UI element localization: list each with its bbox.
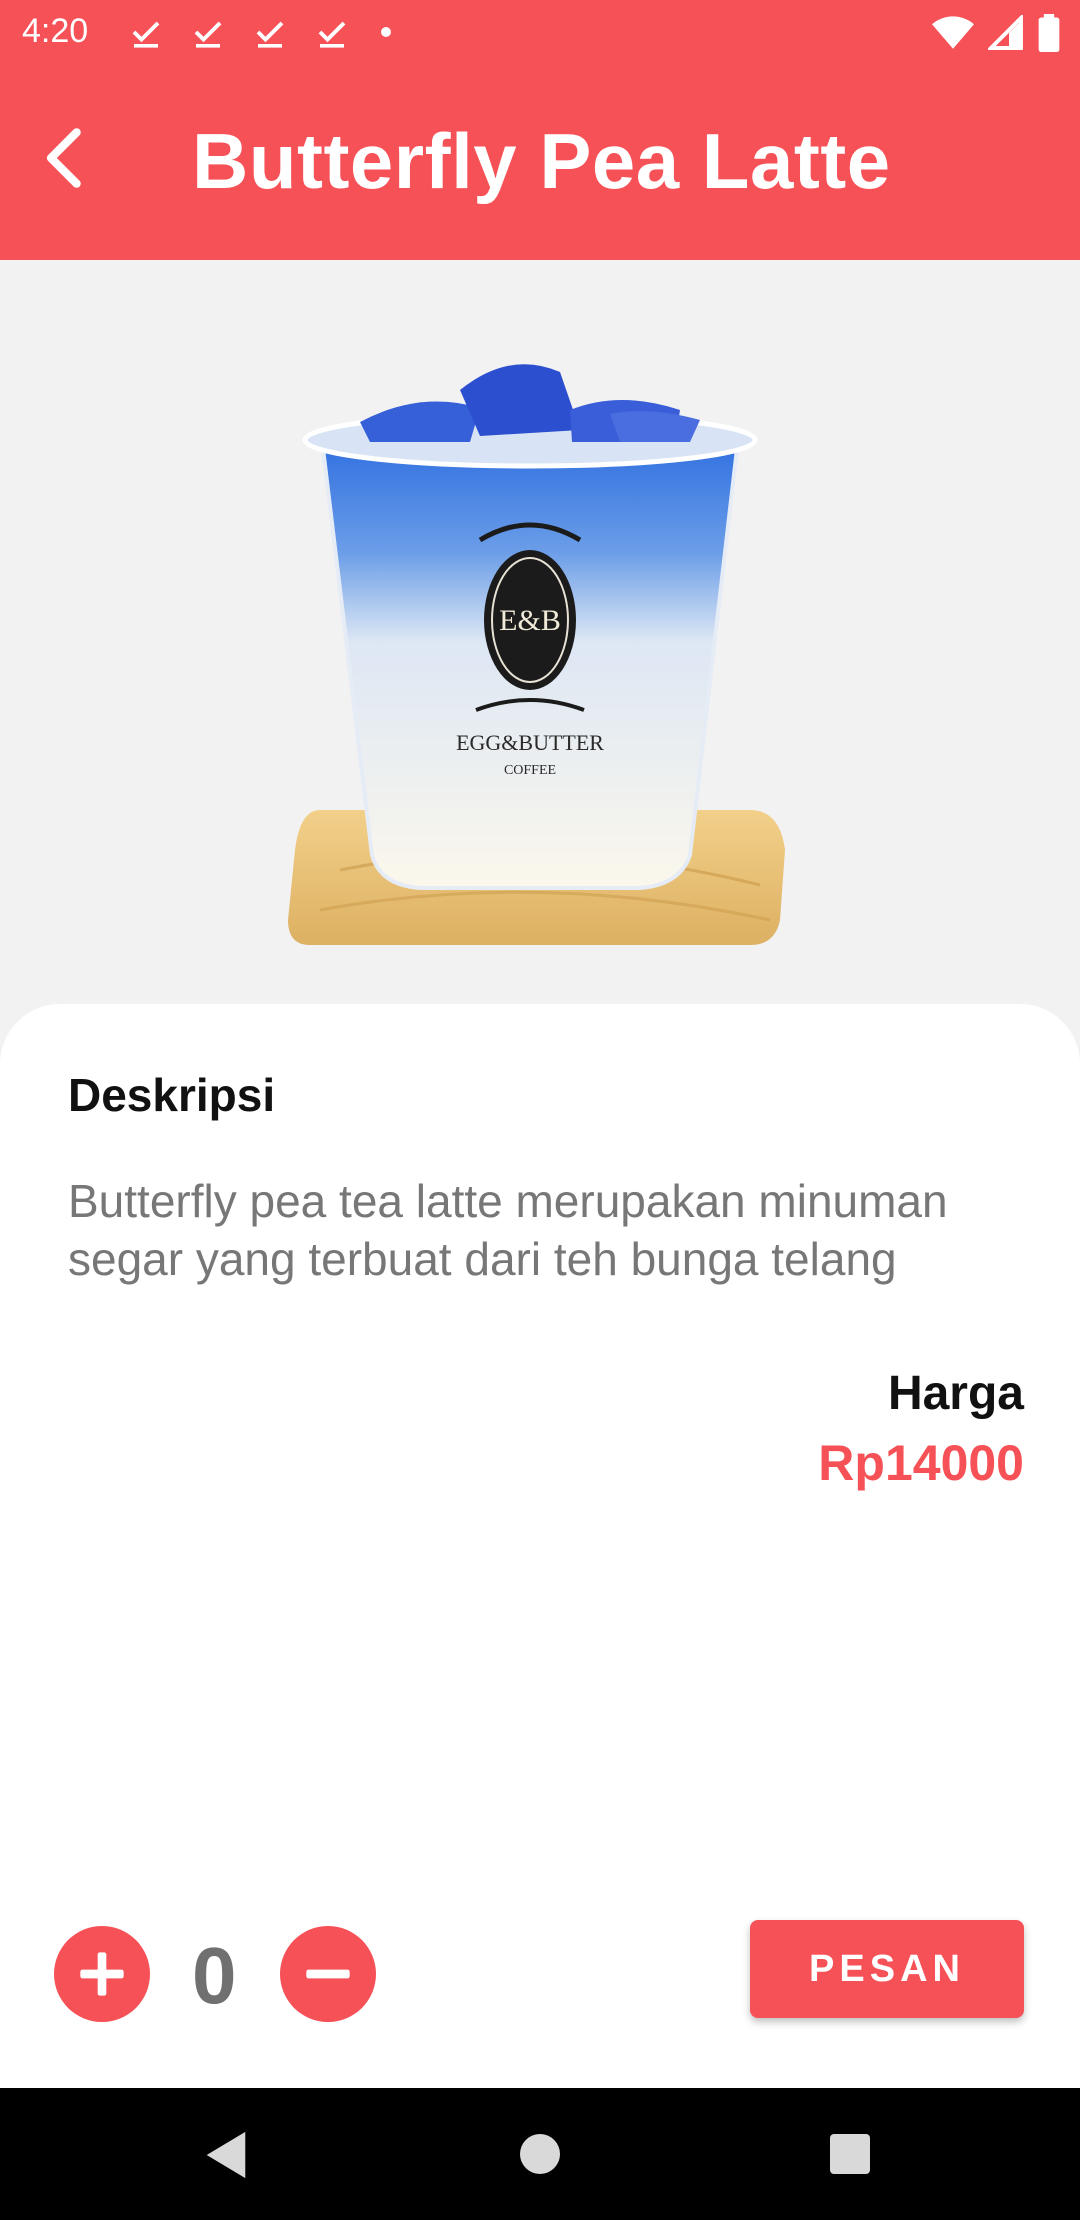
plus-icon	[80, 1952, 124, 1996]
system-navigation-bar	[0, 2088, 1080, 2220]
nav-recents-icon[interactable]	[830, 2134, 870, 2174]
quantity-value: 0	[192, 1931, 237, 2020]
download-done-icon	[318, 21, 346, 48]
svg-text:COFFEE: COFFEE	[504, 763, 556, 778]
battery-icon	[1038, 14, 1060, 52]
price-label: Harga	[887, 1367, 1024, 1420]
download-done-icon	[132, 21, 160, 48]
download-done-icon	[194, 21, 222, 48]
decrease-quantity-button[interactable]	[280, 1926, 376, 2022]
description-title: Deskripsi	[68, 1069, 276, 1121]
minus-icon	[306, 1969, 350, 1979]
status-bar: 4:20	[0, 0, 1080, 64]
svg-text:E&B: E&B	[499, 604, 561, 637]
nav-home-icon[interactable]	[520, 2134, 560, 2174]
page-title: Butterfly Pea Latte	[192, 117, 891, 205]
description-text: Butterfly pea tea latte merupakan minuma…	[68, 1175, 948, 1285]
details-card: Deskripsi Butterfly pea tea latte merupa…	[0, 1004, 1080, 2088]
download-done-icon	[256, 21, 284, 48]
nav-back-icon[interactable]	[202, 2128, 250, 2182]
system-status-icons	[932, 14, 1060, 52]
increase-quantity-button[interactable]	[54, 1926, 150, 2022]
back-button[interactable]	[30, 126, 94, 190]
product-image-area: E&B EGG&BUTTER COFFEE	[0, 260, 1080, 1020]
notification-icons	[128, 14, 396, 50]
app-bar: Butterfly Pea Latte	[0, 64, 1080, 260]
status-time: 4:20	[22, 12, 89, 50]
signal-icon	[988, 15, 1023, 50]
svg-text:EGG&BUTTER: EGG&BUTTER	[456, 730, 604, 755]
wifi-icon	[932, 16, 974, 49]
order-button[interactable]: PESAN	[750, 1920, 1024, 2018]
price-value: Rp14000	[818, 1435, 1024, 1491]
dot-icon	[381, 27, 391, 37]
iced-drink-cup-image: E&B EGG&BUTTER COFFEE	[288, 364, 785, 945]
chevron-left-icon	[46, 128, 81, 188]
